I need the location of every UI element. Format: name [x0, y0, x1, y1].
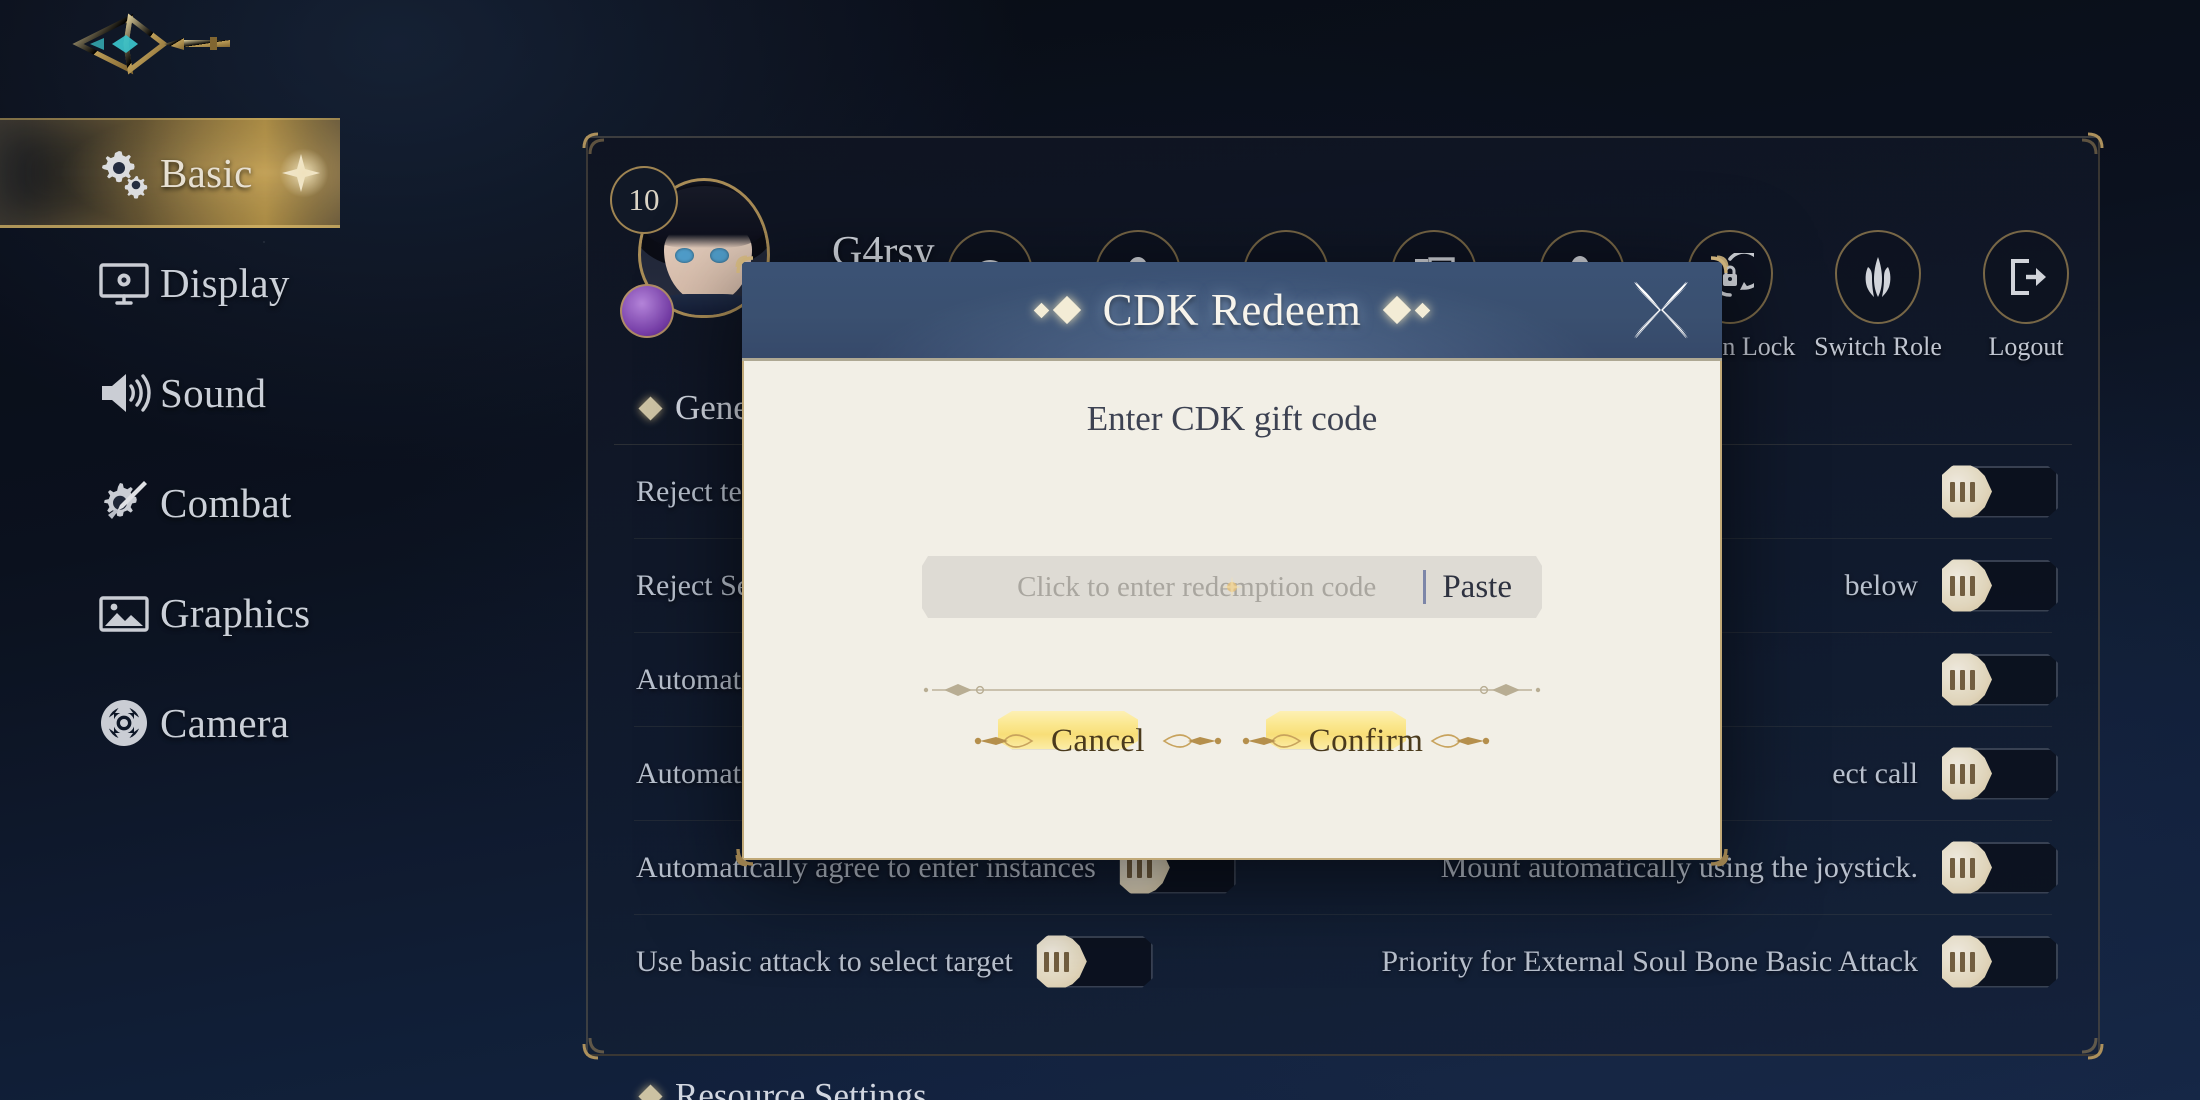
dialog-corner-ornament [735, 831, 771, 867]
cancel-button[interactable]: Cancel [974, 711, 1222, 771]
dialog-body: Enter CDK gift code Paste [735, 361, 1729, 867]
cdk-input[interactable] [922, 556, 1423, 618]
dialog-header: CDK Redeem [735, 255, 1729, 361]
title-decoration-left [1033, 295, 1081, 325]
cdk-redeem-dialog: CDK Redeem Enter CDK gift code Click to … [735, 255, 1729, 867]
dialog-button-row: Cancel Confirm [742, 711, 1722, 771]
close-star-icon[interactable] [1630, 279, 1692, 341]
wing-ornament-icon [1242, 721, 1302, 761]
wing-ornament-icon [974, 721, 1034, 761]
confirm-button-label: Confirm [1308, 722, 1424, 759]
dialog-title: CDK Redeem [1102, 285, 1362, 335]
wing-ornament-icon [1162, 721, 1222, 761]
paste-button[interactable]: Paste [1442, 569, 1542, 606]
cancel-button-label: Cancel [1050, 722, 1146, 759]
title-decoration-right [1383, 295, 1431, 325]
cdk-input-wrap[interactable]: Paste [922, 556, 1542, 618]
wing-ornament-icon [1430, 721, 1490, 761]
paste-divider [1423, 570, 1426, 604]
dialog-corner-ornament [1693, 255, 1729, 291]
dialog-subtitle: Enter CDK gift code [1086, 399, 1378, 438]
ornament-divider [892, 679, 1572, 701]
dialog-corner-ornament [1693, 831, 1729, 867]
dialog-corner-ornament [735, 255, 771, 291]
confirm-button[interactable]: Confirm [1242, 711, 1490, 771]
